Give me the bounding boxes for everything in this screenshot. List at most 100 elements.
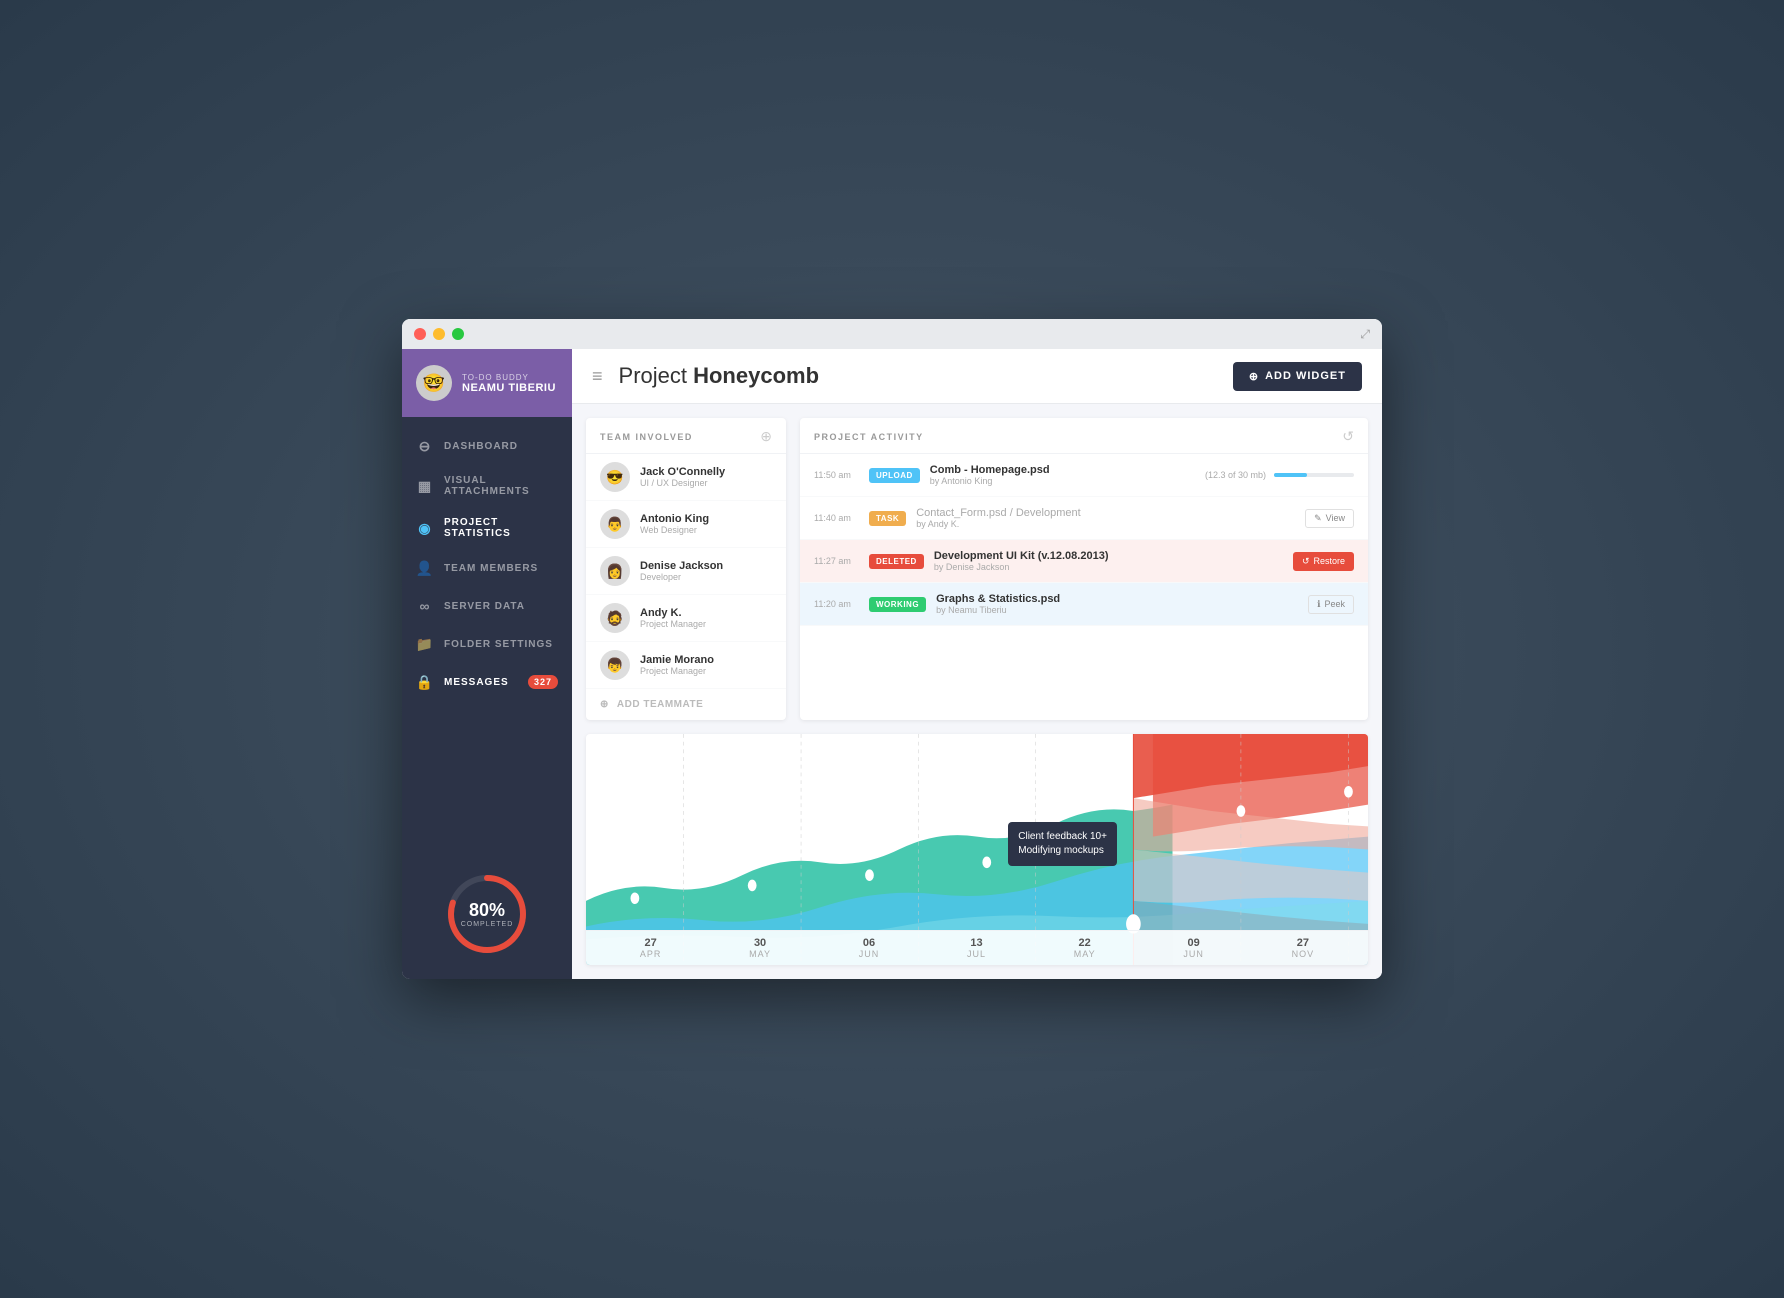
activity-item-2: 11:40 am TASK Contact_Form.psd / Develop… bbox=[800, 497, 1368, 540]
add-teammate-button[interactable]: ⊕ ADD TEAMMATE bbox=[586, 689, 786, 720]
add-widget-button[interactable]: ⊕ ADD WIDGET bbox=[1233, 362, 1362, 391]
sidebar-item-visual-attachments[interactable]: ▦ VISUAL ATTACHMENTS bbox=[402, 465, 572, 507]
sidebar: 🤓 TO-DO BUDDY NEAMU TIBERIU ⊖ DASHBOARD … bbox=[402, 349, 572, 979]
progress-section: 80% COMPLETED bbox=[402, 849, 572, 979]
titlebar: ⤢ bbox=[402, 319, 1382, 349]
add-widget-label: ADD WIDGET bbox=[1265, 370, 1346, 382]
activity-info-2: Contact_Form.psd / Development by Andy K… bbox=[916, 507, 1295, 529]
messages-icon: 🔒 bbox=[416, 673, 434, 691]
add-teammate-icon: ⊕ bbox=[600, 699, 609, 710]
peek-button[interactable]: ℹ Peek bbox=[1308, 595, 1354, 614]
activity-info-3: Development UI Kit (v.12.08.2013) by Den… bbox=[934, 550, 1283, 572]
activity-by-3: by Denise Jackson bbox=[934, 562, 1283, 572]
activity-badge-4: WORKING bbox=[869, 597, 926, 612]
member-avatar-3: 👩 bbox=[600, 556, 630, 586]
member-avatar-2: 👨 bbox=[600, 509, 630, 539]
app-body: 🤓 TO-DO BUDDY NEAMU TIBERIU ⊖ DASHBOARD … bbox=[402, 349, 1382, 979]
add-teammate-label: ADD TEAMMATE bbox=[617, 699, 703, 710]
activity-panel: PROJECT ACTIVITY ↺ 11:50 am UPLOAD Comb … bbox=[800, 418, 1368, 720]
timeline-date-2: 30 bbox=[749, 937, 771, 949]
member-role-4: Project Manager bbox=[640, 619, 772, 629]
member-role-1: UI / UX Designer bbox=[640, 478, 772, 488]
member-avatar-1: 😎 bbox=[600, 462, 630, 492]
avatar: 🤓 bbox=[416, 365, 452, 401]
activity-panel-icon[interactable]: ↺ bbox=[1342, 428, 1354, 445]
sidebar-item-folder-settings[interactable]: 📁 FOLDER SETTINGS bbox=[402, 625, 572, 663]
sidebar-item-label: DASHBOARD bbox=[444, 441, 518, 452]
sidebar-item-dashboard[interactable]: ⊖ DASHBOARD bbox=[402, 427, 572, 465]
header: ≡ Project Honeycomb ⊕ ADD WIDGET bbox=[572, 349, 1382, 404]
timeline-month-4: JUL bbox=[967, 949, 986, 959]
timeline-date-3: 06 bbox=[859, 937, 880, 949]
member-name-5: Jamie Morano bbox=[640, 654, 772, 666]
timeline-item-6: 09 JUN bbox=[1183, 937, 1204, 959]
activity-by-1: by Antonio King bbox=[930, 476, 1195, 486]
page-title: Project Honeycomb bbox=[619, 363, 1233, 389]
sidebar-item-messages[interactable]: 🔒 MESSAGES 327 bbox=[402, 663, 572, 701]
server-data-icon: ∞ bbox=[416, 597, 434, 615]
member-role-3: Developer bbox=[640, 572, 772, 582]
user-profile: 🤓 TO-DO BUDDY NEAMU TIBERIU bbox=[402, 349, 572, 417]
activity-filename-3: Development UI Kit (v.12.08.2013) bbox=[934, 550, 1283, 562]
activity-meta-4: ℹ Peek bbox=[1308, 595, 1354, 614]
view-icon: ✎ bbox=[1314, 513, 1322, 524]
activity-info-4: Graphs & Statistics.psd by Neamu Tiberiu bbox=[936, 593, 1298, 615]
activity-badge-2: TASK bbox=[869, 511, 906, 526]
messages-label: MESSAGES bbox=[444, 677, 509, 688]
activity-info-1: Comb - Homepage.psd by Antonio King bbox=[930, 464, 1195, 486]
timeline-month-7: NOV bbox=[1292, 949, 1315, 959]
member-info-5: Jamie Morano Project Manager bbox=[640, 654, 772, 676]
team-panel-header: TEAM INVOLVED ⊕ bbox=[586, 418, 786, 454]
activity-filename-1: Comb - Homepage.psd bbox=[930, 464, 1195, 476]
sidebar-item-team-members[interactable]: 👤 TEAM MEMBERS bbox=[402, 549, 572, 587]
activity-meta-2: ✎ View bbox=[1305, 509, 1354, 528]
team-members-icon: 👤 bbox=[416, 559, 434, 577]
app-window: ⤢ 🤓 TO-DO BUDDY NEAMU TIBERIU ⊖ DASHBOAR… bbox=[402, 319, 1382, 979]
activity-filename-4: Graphs & Statistics.psd bbox=[936, 593, 1298, 605]
close-button[interactable] bbox=[414, 328, 426, 340]
restore-icon: ↺ bbox=[1302, 556, 1310, 567]
sidebar-item-server-data[interactable]: ∞ SERVER DATA bbox=[402, 587, 572, 625]
expand-icon: ⤢ bbox=[1360, 327, 1370, 342]
menu-icon[interactable]: ≡ bbox=[592, 366, 603, 387]
member-info-1: Jack O'Connelly UI / UX Designer bbox=[640, 466, 772, 488]
team-member-2: 👨 Antonio King Web Designer bbox=[586, 501, 786, 548]
team-panel-icon[interactable]: ⊕ bbox=[760, 428, 772, 445]
timeline-date-5: 22 bbox=[1074, 937, 1096, 949]
team-member-1: 😎 Jack O'Connelly UI / UX Designer bbox=[586, 454, 786, 501]
member-info-2: Antonio King Web Designer bbox=[640, 513, 772, 535]
timeline-date-4: 13 bbox=[967, 937, 986, 949]
restore-button[interactable]: ↺ Restore bbox=[1293, 552, 1354, 571]
user-name: NEAMU TIBERIU bbox=[462, 382, 558, 394]
activity-item-1: 11:50 am UPLOAD Comb - Homepage.psd by A… bbox=[800, 454, 1368, 497]
timeline-item-5: 22 MAY bbox=[1074, 937, 1096, 959]
member-role-2: Web Designer bbox=[640, 525, 772, 535]
progress-label: COMPLETED bbox=[461, 921, 514, 928]
progress-bar-fill-1 bbox=[1274, 473, 1307, 477]
nav-items: ⊖ DASHBOARD ▦ VISUAL ATTACHMENTS ◉ PROJE… bbox=[402, 417, 572, 849]
timeline-month-2: MAY bbox=[749, 949, 771, 959]
peek-icon: ℹ bbox=[1317, 599, 1320, 610]
maximize-button[interactable] bbox=[452, 328, 464, 340]
activity-time-4: 11:20 am bbox=[814, 599, 859, 609]
sidebar-item-label: PROJECT STATISTICS bbox=[444, 517, 558, 539]
chart-section: Client feedback 10+ Modifying mockups 27… bbox=[586, 734, 1368, 965]
minimize-button[interactable] bbox=[433, 328, 445, 340]
activity-by-2: by Andy K. bbox=[916, 519, 1295, 529]
member-name-4: Andy K. bbox=[640, 607, 772, 619]
sidebar-item-project-statistics[interactable]: ◉ PROJECT STATISTICS bbox=[402, 507, 572, 549]
timeline-item-7: 27 NOV bbox=[1292, 937, 1315, 959]
team-member-3: 👩 Denise Jackson Developer bbox=[586, 548, 786, 595]
page-title-prefix: Project bbox=[619, 363, 694, 388]
member-avatar-5: 👦 bbox=[600, 650, 630, 680]
team-panel: TEAM INVOLVED ⊕ 😎 Jack O'Connelly UI / U… bbox=[586, 418, 786, 720]
folder-settings-icon: 📁 bbox=[416, 635, 434, 653]
activity-list: 11:50 am UPLOAD Comb - Homepage.psd by A… bbox=[800, 454, 1368, 626]
activity-badge-3: DELETED bbox=[869, 554, 924, 569]
progress-ring: 80% COMPLETED bbox=[442, 869, 532, 959]
view-button[interactable]: ✎ View bbox=[1305, 509, 1354, 528]
chart-timeline: 27 APR 30 MAY 06 JUN 13 JUL bbox=[586, 930, 1368, 965]
activity-size-1: (12.3 of 30 mb) bbox=[1205, 470, 1266, 480]
timeline-date-7: 27 bbox=[1292, 937, 1315, 949]
progress-center: 80% COMPLETED bbox=[461, 900, 514, 928]
